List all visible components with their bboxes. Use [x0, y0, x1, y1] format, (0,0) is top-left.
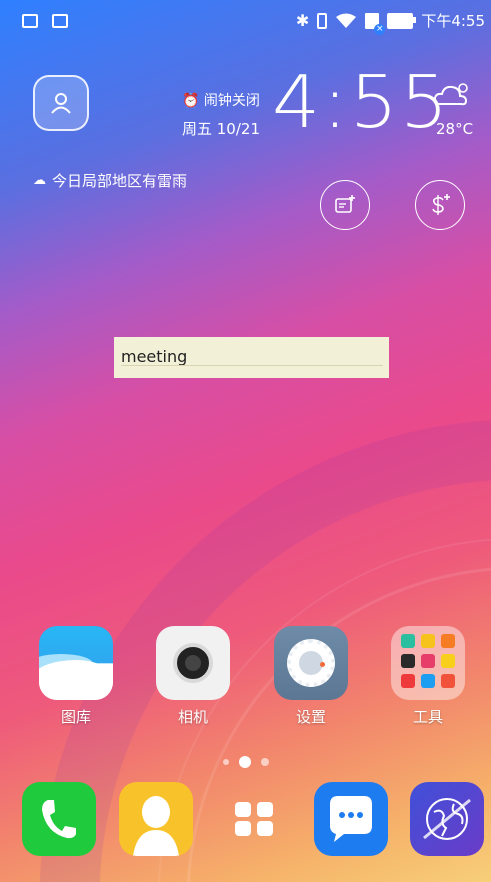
page-dot[interactable]	[261, 758, 269, 766]
radio-icon	[22, 14, 38, 28]
app-camera[interactable]: 相机	[156, 626, 230, 727]
status-time: 下午4:55	[421, 12, 485, 30]
add-expense-icon	[432, 194, 450, 215]
dock-phone[interactable]	[22, 782, 96, 856]
dock-app-drawer[interactable]	[217, 782, 291, 856]
dock-contacts[interactable]	[119, 782, 193, 856]
status-bar: ✱ 下午4:55	[0, 0, 491, 44]
app-label: 设置	[295, 708, 326, 726]
app-gallery[interactable]: 图库	[39, 626, 113, 727]
memo-text: meeting	[121, 347, 188, 366]
folder-tools[interactable]: 工具	[391, 626, 465, 727]
dock-messages[interactable]	[314, 782, 388, 856]
image-icon	[52, 14, 68, 28]
wifi-icon	[336, 13, 357, 28]
person-icon	[51, 93, 71, 114]
no-sim-icon	[365, 12, 386, 35]
profile-avatar-button[interactable]	[33, 75, 89, 131]
alarm-status[interactable]: ⏰ 闹钟关闭	[182, 90, 260, 110]
page-indicator[interactable]	[223, 756, 269, 768]
add-note-icon	[335, 195, 355, 213]
phone-icon	[42, 800, 76, 839]
app-label: 图库	[60, 708, 91, 726]
settings-icon	[274, 626, 348, 700]
app-label: 相机	[177, 708, 208, 726]
date-label: 周五 10/21	[182, 120, 260, 138]
tools-folder-icon	[391, 626, 465, 700]
page-dot-active[interactable]	[239, 756, 251, 768]
dock-browser[interactable]	[410, 782, 484, 856]
app-label: 工具	[412, 708, 443, 726]
contacts-icon	[133, 796, 179, 856]
alarm-clock-icon: ⏰	[182, 93, 200, 109]
memo-widget[interactable]: meeting	[114, 337, 389, 378]
page-dot[interactable]	[223, 759, 229, 765]
gallery-icon	[39, 626, 113, 700]
weather-forecast[interactable]: ☁ 今日局部地区有雷雨	[33, 170, 187, 191]
clock-time[interactable]: 4:55	[272, 66, 450, 138]
add-expense-button[interactable]	[415, 180, 465, 230]
bluetooth-icon: ✱	[295, 11, 310, 30]
add-note-button[interactable]	[320, 180, 370, 230]
browser-icon	[423, 798, 471, 840]
partly-cloudy-icon	[433, 83, 468, 106]
camera-icon	[156, 626, 230, 700]
app-settings[interactable]: 设置	[274, 626, 348, 727]
vibrate-icon	[317, 12, 328, 29]
battery-icon	[387, 12, 417, 29]
app-drawer-icon	[235, 802, 273, 836]
cloud-rain-icon: ☁	[33, 173, 46, 188]
temperature: 28°C	[436, 120, 474, 138]
messages-icon	[330, 796, 372, 842]
